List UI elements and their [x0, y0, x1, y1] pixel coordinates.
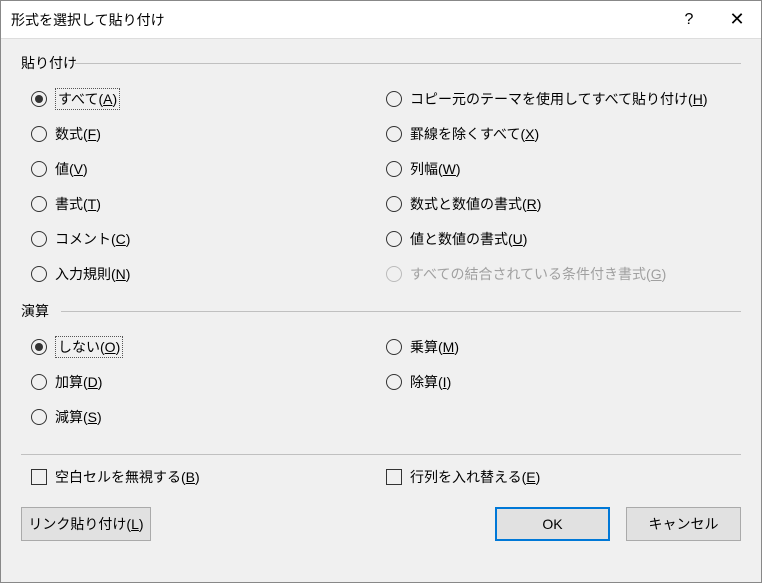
checkbox-icon	[31, 469, 47, 485]
paste-special-dialog: 形式を選択して貼り付け ? ✕ 貼り付け すべて(A) 数式(F) 値(V) 書式(T…	[0, 0, 762, 583]
radio-label: しない(O)	[55, 336, 123, 358]
radio-icon	[31, 266, 47, 282]
group-divider	[61, 311, 741, 312]
paste-radio[interactable]: 値(V)	[31, 151, 386, 186]
radio-label: コメント(C)	[55, 229, 130, 249]
radio-icon	[386, 126, 402, 142]
radio-icon	[31, 196, 47, 212]
operation-radio[interactable]: しない(O)	[31, 329, 386, 364]
radio-label: 入力規則(N)	[55, 264, 130, 284]
paste-radio[interactable]: 書式(T)	[31, 186, 386, 221]
radio-icon	[386, 339, 402, 355]
link-paste-button[interactable]: リンク貼り付け(L)	[21, 507, 151, 541]
checkbox-area: 空白セルを無視する(B) 行列を入れ替える(E)	[21, 467, 741, 487]
paste-radio[interactable]: すべて(A)	[31, 81, 386, 116]
close-button[interactable]: ✕	[713, 1, 761, 39]
paste-group: 貼り付け すべて(A) 数式(F) 値(V) 書式(T) コメント(C) 入力規則(N) …	[21, 53, 741, 297]
cancel-button[interactable]: キャンセル	[626, 507, 741, 541]
radio-label: 加算(D)	[55, 372, 102, 392]
paste-radio[interactable]: 列幅(W)	[386, 151, 741, 186]
paste-radio[interactable]: 入力規則(N)	[31, 256, 386, 291]
paste-radio: すべての結合されている条件付き書式(G)	[386, 256, 741, 291]
radio-icon	[386, 196, 402, 212]
radio-label: 値と数値の書式(U)	[410, 229, 527, 249]
radio-label: すべての結合されている条件付き書式(G)	[410, 264, 666, 284]
radio-icon	[31, 126, 47, 142]
dialog-content: 貼り付け すべて(A) 数式(F) 値(V) 書式(T) コメント(C) 入力規則(N) …	[1, 39, 761, 582]
radio-icon	[31, 339, 47, 355]
radio-icon	[386, 91, 402, 107]
titlebar: 形式を選択して貼り付け ? ✕	[1, 1, 761, 39]
operation-options: しない(O) 加算(D) 減算(S) 乗算(M) 除算(I)	[21, 323, 741, 440]
paste-group-label: 貼り付け	[21, 53, 77, 73]
radio-label: 除算(I)	[410, 372, 451, 392]
radio-label: コピー元のテーマを使用してすべて貼り付け(H)	[410, 89, 708, 109]
skip-blanks-label: 空白セルを無視する(B)	[55, 467, 200, 487]
operation-group-label: 演算	[21, 301, 49, 321]
radio-icon	[31, 91, 47, 107]
paste-radio[interactable]: 値と数値の書式(U)	[386, 221, 741, 256]
radio-label: 乗算(M)	[410, 337, 459, 357]
group-divider	[75, 63, 741, 64]
radio-label: 列幅(W)	[410, 159, 461, 179]
paste-options: すべて(A) 数式(F) 値(V) 書式(T) コメント(C) 入力規則(N) コピー元の…	[21, 75, 741, 297]
radio-icon	[31, 161, 47, 177]
checkbox-icon	[386, 469, 402, 485]
operation-radio[interactable]: 除算(I)	[386, 364, 741, 399]
radio-icon	[31, 409, 47, 425]
paste-radio[interactable]: 数式(F)	[31, 116, 386, 151]
operation-radio[interactable]: 減算(S)	[31, 399, 386, 434]
paste-radio[interactable]: コピー元のテーマを使用してすべて貼り付け(H)	[386, 81, 741, 116]
radio-label: 罫線を除くすべて(X)	[410, 124, 539, 144]
radio-icon	[31, 374, 47, 390]
button-bar: リンク貼り付け(L) OK キャンセル	[21, 507, 741, 551]
radio-label: 数式と数値の書式(R)	[410, 194, 541, 214]
dialog-title: 形式を選択して貼り付け	[11, 10, 665, 30]
radio-icon	[31, 231, 47, 247]
radio-icon	[386, 374, 402, 390]
radio-label: 書式(T)	[55, 194, 101, 214]
operation-radio[interactable]: 加算(D)	[31, 364, 386, 399]
radio-label: すべて(A)	[55, 88, 120, 110]
radio-label: 減算(S)	[55, 407, 102, 427]
divider	[21, 454, 741, 455]
ok-button[interactable]: OK	[495, 507, 610, 541]
radio-label: 数式(F)	[55, 124, 101, 144]
radio-icon	[386, 231, 402, 247]
skip-blanks-checkbox[interactable]: 空白セルを無視する(B)	[31, 467, 386, 487]
transpose-checkbox[interactable]: 行列を入れ替える(E)	[386, 467, 741, 487]
paste-radio[interactable]: 罫線を除くすべて(X)	[386, 116, 741, 151]
transpose-label: 行列を入れ替える(E)	[410, 467, 540, 487]
operation-radio[interactable]: 乗算(M)	[386, 329, 741, 364]
operation-group: 演算 しない(O) 加算(D) 減算(S) 乗算(M) 除算(I)	[21, 301, 741, 440]
radio-icon	[386, 161, 402, 177]
paste-radio[interactable]: コメント(C)	[31, 221, 386, 256]
radio-icon	[386, 266, 402, 282]
radio-label: 値(V)	[55, 159, 88, 179]
paste-radio[interactable]: 数式と数値の書式(R)	[386, 186, 741, 221]
help-button[interactable]: ?	[665, 1, 713, 39]
